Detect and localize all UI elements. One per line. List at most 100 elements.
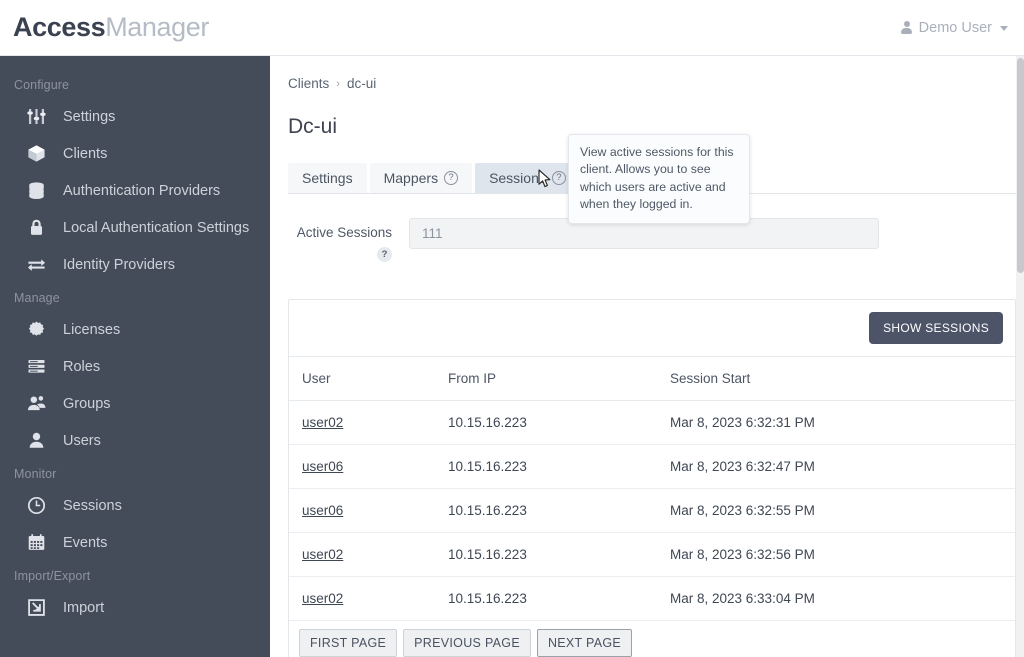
sessions-card: SHOW SESSIONS User From IP Session Start… xyxy=(288,299,1016,657)
main-content: Clients › dc-ui Dc-ui Settings Mappers ?… xyxy=(270,56,1016,657)
breadcrumb-current: dc-ui xyxy=(346,76,377,91)
tab-label: Settings xyxy=(302,170,353,186)
cell-session-start: Mar 8, 2023 6:32:55 PM xyxy=(657,488,1015,533)
sidebar-item-local-authentication-settings[interactable]: Local Authentication Settings xyxy=(0,209,270,246)
sidebar-section-manage: Manage Licenses Roles Groups Users xyxy=(0,283,270,459)
active-sessions-field-row: Active Sessions ? 111 xyxy=(288,218,1016,262)
column-header-user: User xyxy=(289,357,435,401)
cell-user: user02 xyxy=(289,532,435,577)
user-link[interactable]: user06 xyxy=(302,503,343,518)
first-page-button[interactable]: FIRST PAGE xyxy=(299,629,398,657)
cell-session-start: Mar 8, 2023 6:32:31 PM xyxy=(657,400,1015,445)
sidebar-section-label: Monitor xyxy=(14,467,57,481)
column-header-session-start: Session Start xyxy=(657,357,1015,401)
sidebar-item-events[interactable]: Events xyxy=(0,524,270,561)
sidebar-item-label: Settings xyxy=(63,108,116,125)
card-toolbar: SHOW SESSIONS xyxy=(289,300,1015,357)
next-page-button[interactable]: NEXT PAGE xyxy=(536,629,633,657)
lock-icon xyxy=(26,217,47,238)
mouse-cursor-icon xyxy=(538,169,551,188)
sidebar-item-label: Groups xyxy=(63,395,111,412)
table-head: User From IP Session Start xyxy=(289,357,1015,401)
users-icon xyxy=(26,393,47,414)
user-link[interactable]: user02 xyxy=(302,547,343,562)
breadcrumb-link-clients[interactable]: Clients xyxy=(288,76,329,91)
table-row: user02 10.15.16.223 Mar 8, 2023 6:32:56 … xyxy=(289,532,1015,577)
user-menu[interactable]: Demo User xyxy=(901,20,1024,36)
certificate-icon xyxy=(26,319,47,340)
cell-from-ip: 10.15.16.223 xyxy=(435,444,657,489)
tab-label: Mappers xyxy=(383,170,439,186)
table-row: user02 10.15.16.223 Mar 8, 2023 6:32:31 … xyxy=(289,400,1015,445)
scrollbar-thumb[interactable] xyxy=(1016,58,1024,273)
active-sessions-label-wrap: Active Sessions ? xyxy=(288,218,392,262)
sidebar-item-label: Authentication Providers xyxy=(63,182,221,199)
cell-user: user02 xyxy=(289,576,435,621)
sidebar-item-label: Identity Providers xyxy=(63,256,176,273)
sidebar-section-import-export: Import/Export Import xyxy=(0,561,270,626)
sidebar-item-users[interactable]: Users xyxy=(0,422,270,459)
sidebar-section-monitor: Monitor Sessions Events xyxy=(0,459,270,561)
user-link[interactable]: user02 xyxy=(302,591,343,606)
exchange-arrows-icon xyxy=(26,254,47,275)
sidebar-item-roles[interactable]: Roles xyxy=(0,348,270,385)
sliders-icon xyxy=(26,106,47,127)
show-sessions-button[interactable]: SHOW SESSIONS xyxy=(869,312,1003,344)
calendar-icon xyxy=(26,532,47,553)
user-link[interactable]: user06 xyxy=(302,459,343,474)
sidebar-item-label: Events xyxy=(63,534,108,551)
table-row: user06 10.15.16.223 Mar 8, 2023 6:32:47 … xyxy=(289,444,1015,489)
table-row: user06 10.15.16.223 Mar 8, 2023 6:32:55 … xyxy=(289,488,1015,533)
column-header-from-ip: From IP xyxy=(435,357,657,401)
sidebar-item-identity-providers[interactable]: Identity Providers xyxy=(0,246,270,283)
sidebar-item-licenses[interactable]: Licenses xyxy=(0,311,270,348)
tab-mappers[interactable]: Mappers ? xyxy=(369,163,473,193)
cell-session-start: Mar 8, 2023 6:32:47 PM xyxy=(657,444,1015,489)
list-rows-icon xyxy=(26,356,47,377)
active-sessions-label: Active Sessions xyxy=(296,225,392,240)
user-link[interactable]: user02 xyxy=(302,415,343,430)
tab-sessions[interactable]: Sessions ? xyxy=(475,163,580,193)
help-question-icon[interactable]: ? xyxy=(551,171,566,185)
previous-page-button[interactable]: PREVIOUS PAGE xyxy=(403,629,531,657)
cell-user: user02 xyxy=(289,400,435,445)
help-tooltip: View active sessions for this client. Al… xyxy=(568,134,750,224)
sidebar-item-groups[interactable]: Groups xyxy=(0,385,270,422)
cell-from-ip: 10.15.16.223 xyxy=(435,532,657,577)
sidebar-item-label: Sessions xyxy=(63,497,122,514)
table-row: user02 10.15.16.223 Mar 8, 2023 6:33:04 … xyxy=(289,576,1015,621)
table-body: user02 10.15.16.223 Mar 8, 2023 6:32:31 … xyxy=(289,400,1015,621)
sidebar-item-label: Clients xyxy=(63,145,108,162)
sidebar-item-label: Roles xyxy=(63,358,101,375)
database-icon xyxy=(26,180,47,201)
sidebar-item-sessions[interactable]: Sessions xyxy=(0,487,270,524)
sidebar-item-import[interactable]: Import xyxy=(0,589,270,626)
sidebar-section-configure: Configure Settings Clients Authenticatio… xyxy=(0,70,270,283)
sidebar-item-clients[interactable]: Clients xyxy=(0,135,270,172)
chevron-down-icon xyxy=(1000,26,1008,31)
cell-from-ip: 10.15.16.223 xyxy=(435,400,657,445)
sidebar-item-label: Local Authentication Settings xyxy=(63,219,250,236)
brand-name-primary: Access xyxy=(13,12,106,42)
clock-icon xyxy=(26,495,47,516)
table-header-row: User From IP Session Start xyxy=(289,357,1015,401)
breadcrumb: Clients › dc-ui xyxy=(288,76,1016,91)
person-icon xyxy=(901,20,913,35)
app-logo: AccessManager xyxy=(0,12,209,43)
tab-settings[interactable]: Settings xyxy=(288,163,367,193)
sidebar: Configure Settings Clients Authenticatio… xyxy=(0,56,270,657)
cell-from-ip: 10.15.16.223 xyxy=(435,576,657,621)
sidebar-item-authentication-providers[interactable]: Authentication Providers xyxy=(0,172,270,209)
sidebar-item-settings[interactable]: Settings xyxy=(0,98,270,135)
import-arrow-icon xyxy=(26,597,47,618)
sessions-table: User From IP Session Start user02 10.15.… xyxy=(289,357,1015,621)
sidebar-item-label: Import xyxy=(63,599,105,616)
sidebar-section-label: Configure xyxy=(14,78,70,92)
sidebar-section-label: Manage xyxy=(14,291,60,305)
help-question-icon[interactable]: ? xyxy=(444,171,459,185)
help-question-icon[interactable]: ? xyxy=(377,247,392,262)
breadcrumb-separator-icon: › xyxy=(336,77,340,90)
cell-from-ip: 10.15.16.223 xyxy=(435,488,657,533)
box-icon xyxy=(26,143,47,164)
cell-user: user06 xyxy=(289,444,435,489)
